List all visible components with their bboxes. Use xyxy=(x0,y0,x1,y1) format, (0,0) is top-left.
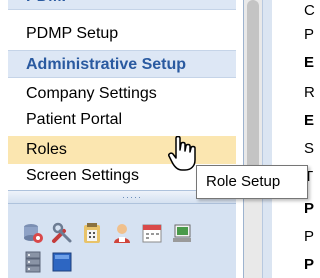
right-line: P xyxy=(304,256,315,273)
section-header-administrative-setup[interactable]: Administrative Setup xyxy=(8,50,236,78)
right-line: C xyxy=(304,2,315,19)
right-content-pane: C P E R E S T P P P xyxy=(272,0,316,278)
user-badge-icon[interactable] xyxy=(111,222,133,244)
left-navigation-panel: PDMP PDMP Setup Administrative Setup Com… xyxy=(0,0,244,278)
vertical-scrollbar[interactable] xyxy=(244,0,262,278)
section-header-pdmp[interactable]: PDMP xyxy=(8,0,236,10)
right-line: R xyxy=(304,84,315,101)
scrollbar-thumb[interactable] xyxy=(247,0,259,185)
nav-item-roles[interactable]: Roles xyxy=(8,136,236,164)
nav-item-patient-portal[interactable]: Patient Portal xyxy=(8,106,236,134)
tools-icon[interactable] xyxy=(51,222,73,244)
database-settings-icon[interactable] xyxy=(22,222,44,244)
hand-cursor-icon xyxy=(168,135,198,172)
splitter-grip[interactable]: ····· xyxy=(122,193,142,202)
right-line: S xyxy=(304,140,315,157)
blue-screen-icon[interactable] xyxy=(51,251,73,273)
nav-item-company-settings[interactable]: Company Settings xyxy=(8,80,236,108)
right-line: E xyxy=(304,112,315,129)
nav-item-pdmp-setup[interactable]: PDMP Setup xyxy=(8,20,236,48)
right-line: P xyxy=(304,26,315,43)
calendar-icon[interactable] xyxy=(141,222,163,244)
right-line: P xyxy=(304,200,315,217)
pane-divider[interactable] xyxy=(262,0,272,278)
monitor-icon[interactable] xyxy=(171,222,193,244)
server-icon[interactable] xyxy=(22,251,44,273)
tooltip: Role Setup xyxy=(196,165,308,199)
clipboard-calculator-icon[interactable] xyxy=(81,222,103,244)
right-line: P xyxy=(304,228,315,245)
right-line: E xyxy=(304,54,315,71)
icon-tray xyxy=(8,204,236,278)
